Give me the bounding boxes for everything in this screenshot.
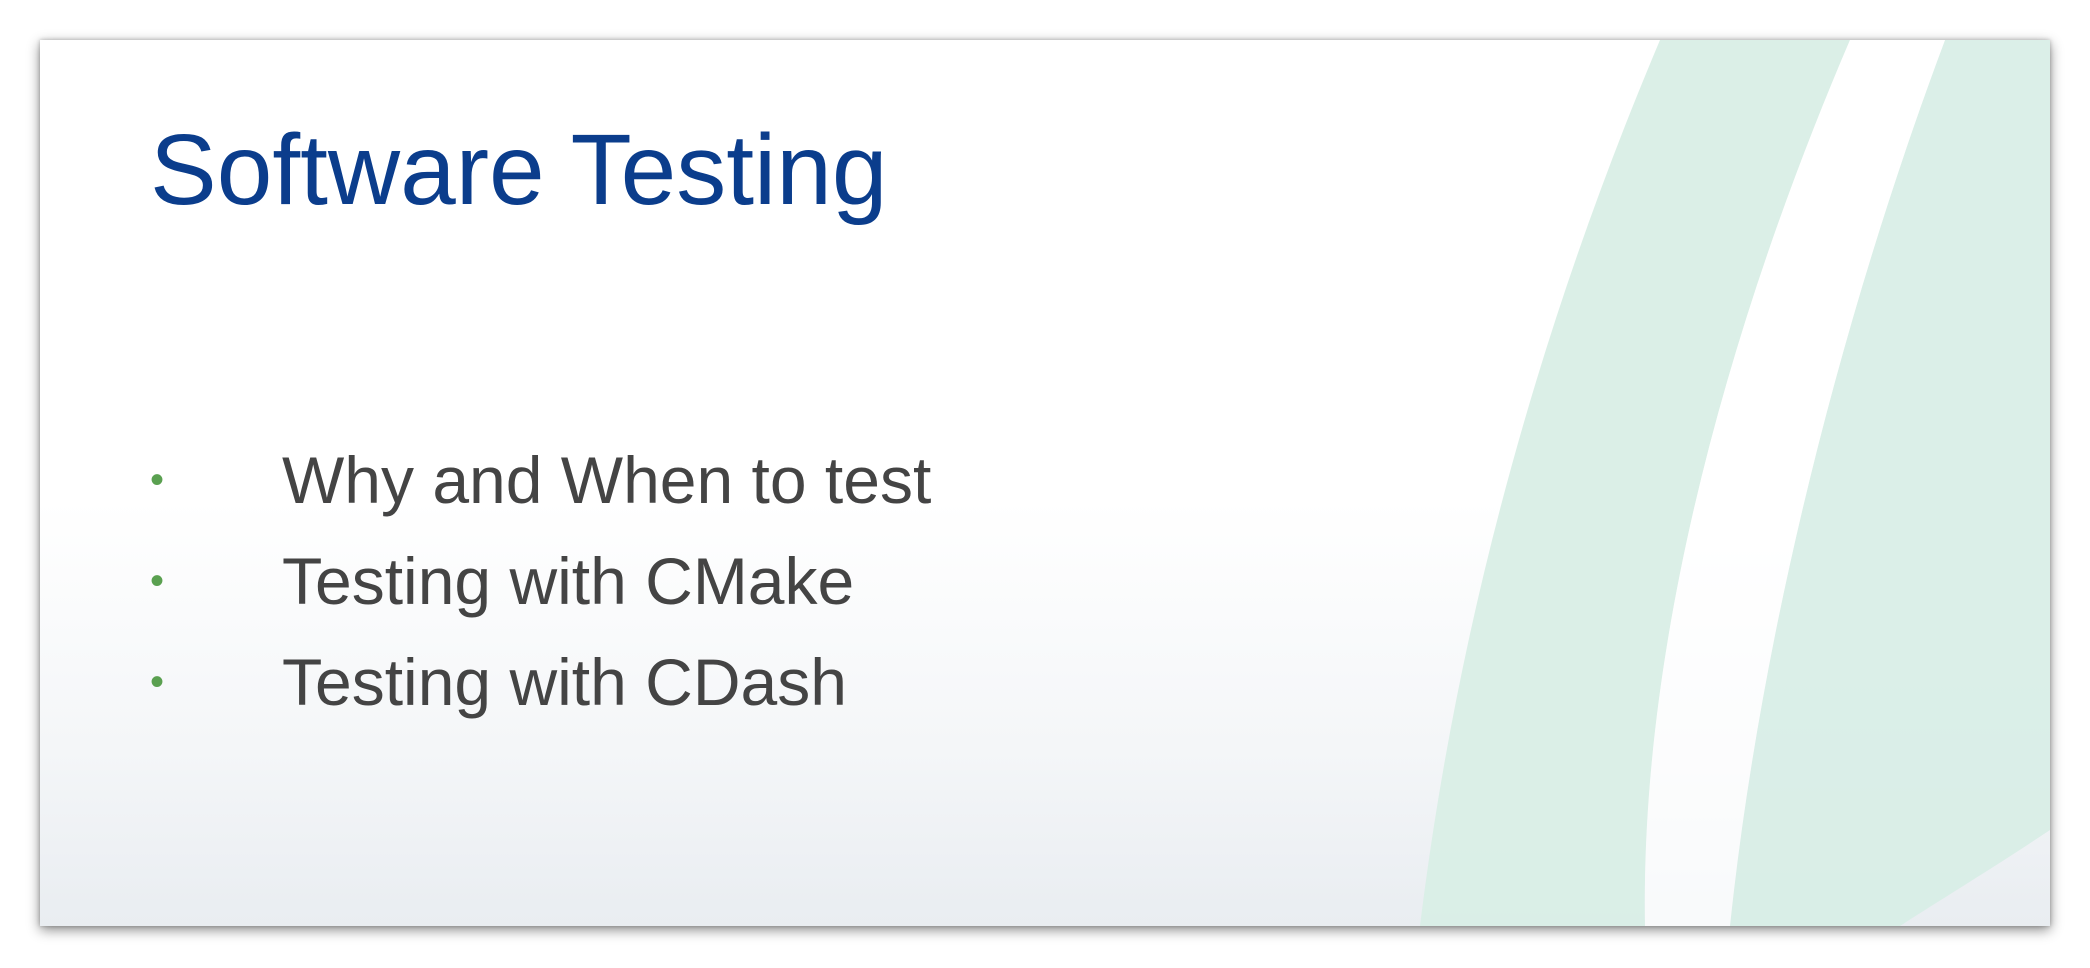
bullet-text: Why and When to test: [282, 443, 932, 517]
bullet-text: Testing with CDash: [282, 645, 847, 719]
bullet-list: • Why and When to test • Testing with CM…: [150, 430, 931, 733]
bullet-item-cdash: • Testing with CDash: [150, 632, 931, 733]
bullet-item-cmake: • Testing with CMake: [150, 531, 931, 632]
bullet-text: Testing with CMake: [282, 544, 855, 618]
bullet-item-why-when: • Why and When to test: [150, 430, 931, 531]
slide: Software Testing • Why and When to test …: [40, 40, 2050, 926]
bullet-icon: •: [150, 559, 165, 603]
slide-title: Software Testing: [150, 114, 888, 226]
bullet-icon: •: [150, 458, 165, 502]
page: Software Testing • Why and When to test …: [0, 0, 2090, 968]
bullet-icon: •: [150, 660, 165, 704]
